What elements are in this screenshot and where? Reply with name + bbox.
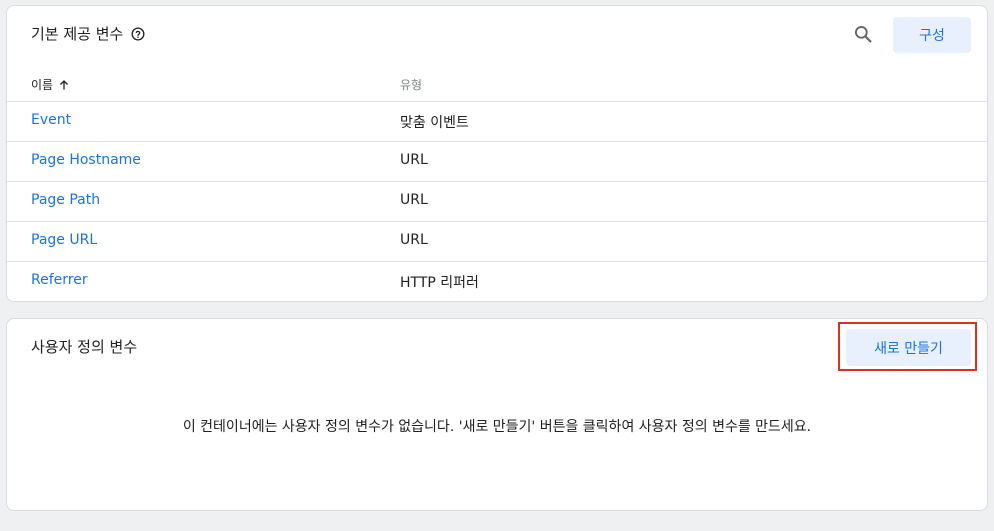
- variable-type: URL: [400, 232, 428, 248]
- variable-type: 맞춤 이벤트: [400, 115, 469, 131]
- user-defined-variables-title: 사용자 정의 변수: [31, 338, 138, 356]
- empty-state-message: 이 컨테이너에는 사용자 정의 변수가 없습니다. '새로 만들기' 버튼을 클…: [182, 419, 812, 435]
- builtin-variables-title-text: 기본 제공 변수: [31, 25, 124, 43]
- configure-button[interactable]: 구성: [893, 17, 971, 53]
- table-header: 이름 유형: [7, 64, 987, 102]
- help-circle-icon[interactable]: [131, 27, 145, 41]
- table-row: Page URL URL: [7, 222, 987, 262]
- search-button[interactable]: [852, 23, 874, 45]
- column-header-name[interactable]: 이름: [31, 76, 70, 93]
- variable-type: URL: [400, 152, 428, 168]
- variable-name-link[interactable]: Page Hostname: [31, 152, 141, 168]
- column-header-name-label: 이름: [31, 78, 54, 92]
- table-row: Page Path URL: [7, 182, 987, 222]
- table-row: Referrer HTTP 리퍼러: [7, 262, 987, 302]
- variable-name-link[interactable]: Event: [31, 112, 71, 128]
- variable-name-link[interactable]: Page URL: [31, 232, 97, 248]
- variable-type: HTTP 리퍼러: [400, 275, 479, 291]
- builtin-variables-card: 기본 제공 변수 구성 이름 유형 Event 맞춤 이벤트 Page Host…: [6, 5, 988, 302]
- user-defined-variables-card: 사용자 정의 변수 새로 만들기 이 컨테이너에는 사용자 정의 변수가 없습니…: [6, 318, 988, 511]
- table-row: Event 맞춤 이벤트: [7, 102, 987, 142]
- table-row: Page Hostname URL: [7, 142, 987, 182]
- column-header-type: 유형: [400, 78, 423, 92]
- arrow-up-icon: [58, 79, 70, 91]
- variable-name-link[interactable]: Page Path: [31, 192, 100, 208]
- new-variable-button[interactable]: 새로 만들기: [846, 329, 971, 366]
- variable-name-link[interactable]: Referrer: [31, 272, 88, 288]
- variable-type: URL: [400, 192, 428, 208]
- builtin-variables-title: 기본 제공 변수: [31, 23, 145, 44]
- search-icon: [853, 24, 873, 44]
